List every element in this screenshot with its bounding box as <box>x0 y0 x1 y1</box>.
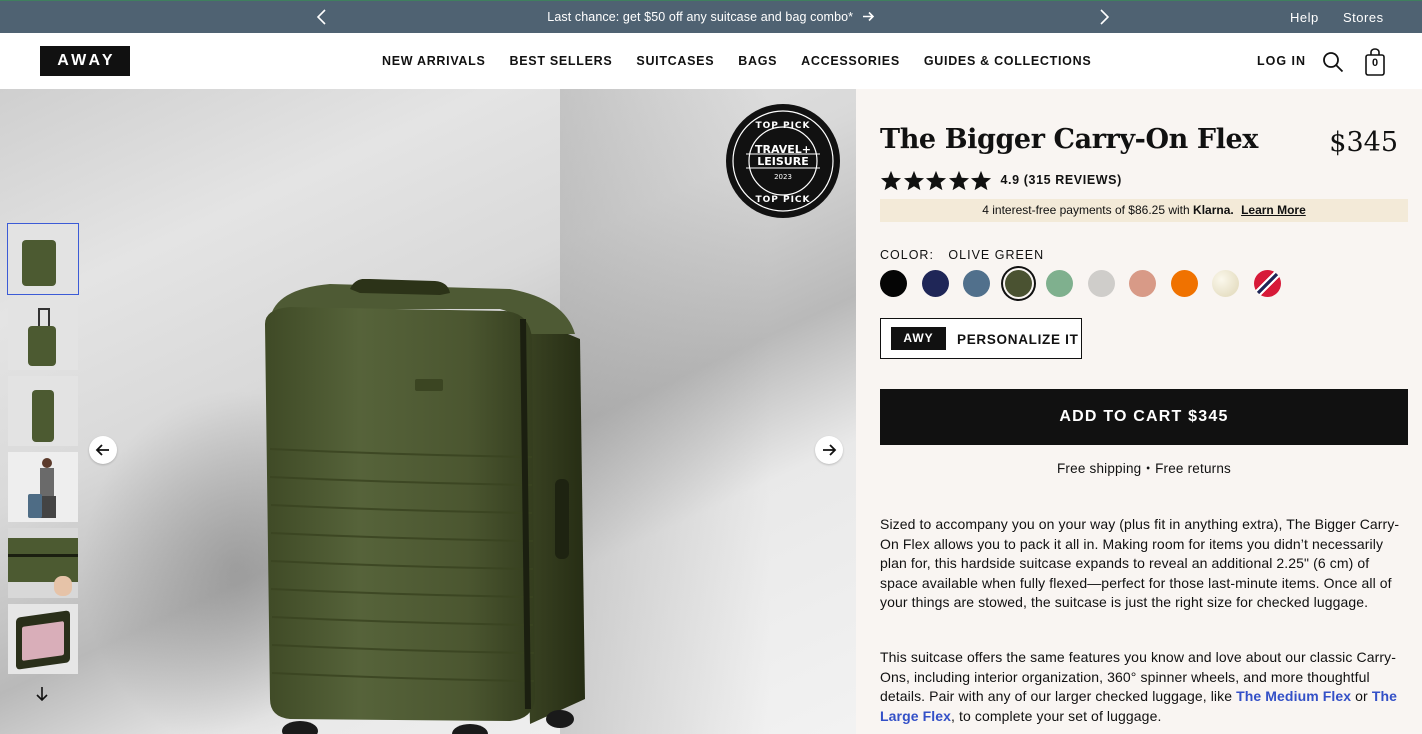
product-price: $345 <box>1329 127 1398 158</box>
promo-text[interactable]: Last chance: get $50 off any suitcase an… <box>547 10 853 24</box>
description-2-end: , to complete your set of luggage. <box>951 707 1162 724</box>
away-logo[interactable]: AWAY <box>40 46 130 76</box>
badge-top-text: TOP PICK <box>755 121 810 131</box>
star-icon <box>970 170 992 190</box>
personalize-label: PERSONALIZE IT <box>957 332 1079 347</box>
swatch-olive-green[interactable] <box>1004 270 1032 297</box>
promo-link[interactable]: Last chance: get $50 off any suitcase an… <box>0 10 1422 24</box>
swatch-navy[interactable] <box>921 270 949 297</box>
swatch-terracotta[interactable] <box>1129 270 1156 297</box>
description-paragraph-2: This suitcase offers the same features y… <box>880 648 1410 726</box>
badge-bottom-text: TOP PICK <box>755 195 810 205</box>
gallery-next-button[interactable] <box>815 436 843 464</box>
klarna-logo: Klarna. <box>1193 203 1234 217</box>
description-paragraph-1: Sized to accompany you on your way (plus… <box>880 516 1400 611</box>
nav-new-arrivals[interactable]: NEW ARRIVALS <box>382 54 486 68</box>
swatch-orange[interactable] <box>1170 270 1198 297</box>
arrow-right-icon <box>823 444 837 456</box>
rating-text[interactable]: 4.9 (315 REVIEWS) <box>1001 173 1122 187</box>
nav-suitcases[interactable]: SUITCASES <box>636 54 714 68</box>
klarna-banner: 4 interest-free payments of $86.25 with … <box>880 199 1408 222</box>
badge-seal-icon: TOP PICK TRAVEL+ LEISURE 2023 TOP PICK <box>726 104 840 218</box>
gallery-prev-button[interactable] <box>89 436 117 464</box>
site-header: AWAY NEW ARRIVALS BEST SELLERS SUITCASES… <box>0 33 1422 89</box>
klarna-text: 4 interest-free payments of $86.25 with <box>982 203 1190 217</box>
arrow-right-icon <box>862 11 874 22</box>
cart-count: 0 <box>1371 57 1379 69</box>
login-link[interactable]: LOG IN <box>1257 54 1306 68</box>
description-2-or: or <box>1351 688 1372 705</box>
nav-accessories[interactable]: ACCESSORIES <box>801 54 900 68</box>
help-link[interactable]: Help <box>1290 10 1319 25</box>
monogram-badge: AWY <box>891 327 946 350</box>
nav-best-sellers[interactable]: BEST SELLERS <box>510 54 613 68</box>
product-title: The Bigger Carry-On Flex <box>880 124 1258 155</box>
search-icon[interactable] <box>1322 51 1344 73</box>
shipping-info: Free shipping・Free returns <box>1056 461 1232 476</box>
thumbnail-1[interactable] <box>7 223 79 295</box>
swatch-stripe-red-navy[interactable] <box>1253 270 1281 297</box>
stores-link[interactable]: Stores <box>1343 10 1384 25</box>
color-label-title: COLOR: <box>880 248 934 262</box>
announcement-bar: Last chance: get $50 off any suitcase an… <box>0 0 1422 33</box>
arrow-left-icon <box>95 444 109 456</box>
product-panel: The Bigger Carry-On Flex $345 4.9 (315 R… <box>856 89 1422 734</box>
add-to-cart-button[interactable]: ADD TO CART $345 <box>880 389 1408 445</box>
star-icon <box>880 170 902 190</box>
product-gallery: TOP PICK TRAVEL+ LEISURE 2023 TOP PICK <box>0 89 856 734</box>
travel-leisure-badge: TOP PICK TRAVEL+ LEISURE 2023 TOP PICK <box>724 102 842 220</box>
color-value: OLIVE GREEN <box>948 248 1045 262</box>
swatch-black[interactable] <box>880 270 907 297</box>
badge-line2: LEISURE <box>757 155 808 168</box>
personalize-button[interactable]: AWY PERSONALIZE IT <box>880 318 1082 359</box>
thumbnail-6[interactable] <box>8 604 78 674</box>
thumbnail-5[interactable] <box>8 528 78 598</box>
cart-button[interactable]: 0 <box>1364 48 1386 76</box>
product-rating[interactable]: 4.9 (315 REVIEWS) <box>880 169 1122 191</box>
swatch-pearl[interactable] <box>1212 270 1239 297</box>
star-icon <box>948 170 969 190</box>
nav-guides-collections[interactable]: GUIDES & COLLECTIONS <box>924 54 1091 68</box>
swatch-slate-blue[interactable] <box>963 270 990 297</box>
color-label: COLOR: OLIVE GREEN <box>880 248 1044 262</box>
arrow-down-icon[interactable] <box>35 686 49 702</box>
thumbnail-list <box>7 223 79 680</box>
color-swatches <box>880 270 1295 297</box>
thumbnail-4[interactable] <box>8 452 78 522</box>
klarna-learn-more-link[interactable]: Learn More <box>1241 203 1306 217</box>
badge-year: 2023 <box>774 173 792 181</box>
main-nav: NEW ARRIVALS BEST SELLERS SUITCASES BAGS… <box>382 54 1115 68</box>
thumbnail-2[interactable] <box>8 300 78 370</box>
thumbnail-3[interactable] <box>8 376 78 446</box>
suitcase-image <box>265 279 585 734</box>
chevron-right-icon[interactable] <box>1096 7 1112 27</box>
star-icon <box>903 170 924 190</box>
medium-flex-link[interactable]: The Medium Flex <box>1236 688 1351 704</box>
swatch-light-grey[interactable] <box>1087 270 1115 297</box>
star-icon <box>925 170 947 190</box>
nav-bags[interactable]: BAGS <box>738 54 777 68</box>
swatch-sage[interactable] <box>1046 270 1073 297</box>
